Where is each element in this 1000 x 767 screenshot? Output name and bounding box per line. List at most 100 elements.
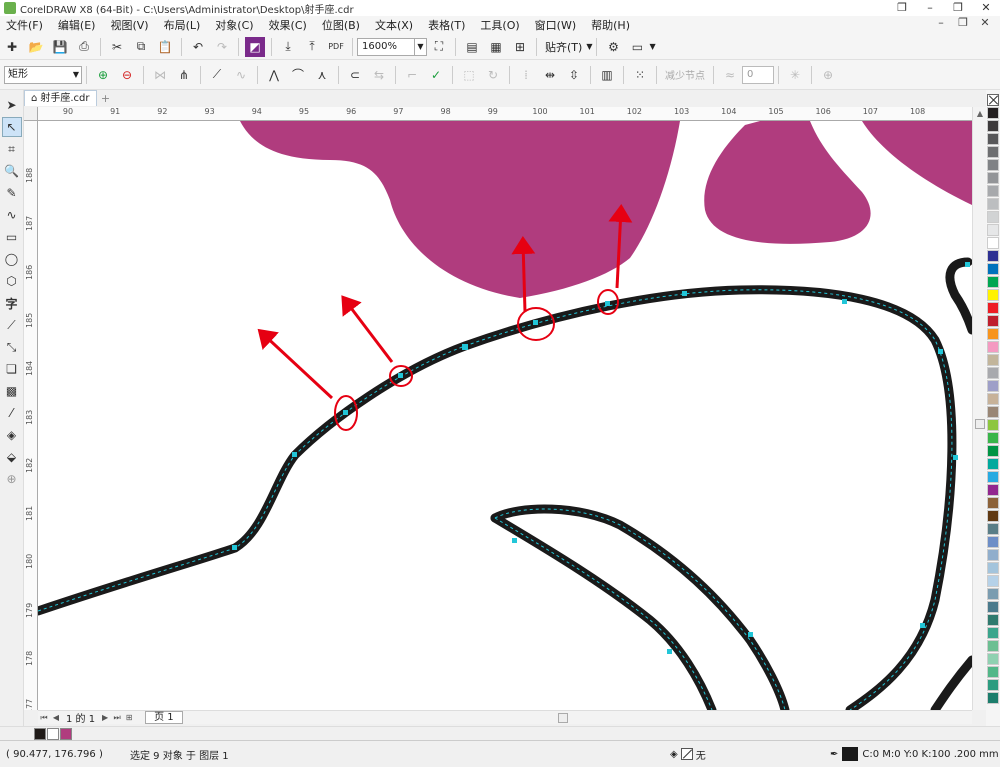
curve-node[interactable] [842, 299, 847, 304]
color-swatch[interactable] [987, 367, 999, 379]
outline-curve-main[interactable] [38, 285, 957, 710]
zoom-level-input[interactable]: 1600% [357, 37, 415, 56]
full-screen-icon[interactable]: ⛶ [429, 37, 449, 57]
polygon-tool-icon[interactable]: ⬡ [2, 271, 22, 291]
outline-indicator[interactable]: ✒ C:0 M:0 Y:0 K:100 .200 mm [830, 747, 999, 761]
color-swatch[interactable] [987, 432, 999, 444]
horizontal-ruler[interactable]: 90 91 92 93 94 95 96 97 98 99 100 101 102 103 104 105 10… [38, 107, 972, 121]
color-swatch[interactable] [987, 250, 999, 262]
curve-node[interactable] [605, 301, 610, 306]
curve-node[interactable] [232, 545, 237, 550]
menu-view[interactable]: 视图(V) [110, 17, 148, 33]
search-content-icon[interactable]: ◩ [245, 36, 265, 57]
artistic-media-tool-icon[interactable]: ∿ [2, 205, 22, 225]
color-swatch[interactable] [987, 627, 999, 639]
shape-type-select[interactable]: 矩形 ▼ [4, 65, 82, 84]
reverse-direction-icon[interactable]: ⊂ [345, 65, 365, 85]
curve-node[interactable] [343, 410, 348, 415]
color-swatch[interactable] [987, 380, 999, 392]
add-tab-icon[interactable]: + [99, 92, 113, 106]
color-swatch[interactable] [987, 133, 999, 145]
fill-indicator[interactable]: ◈ 无 [670, 747, 706, 762]
export-icon[interactable]: ⤒ [302, 37, 322, 57]
last-page-icon[interactable]: ⏭ [111, 713, 123, 723]
color-swatch[interactable] [987, 497, 999, 509]
scroll-up-icon[interactable]: ▲ [973, 107, 987, 121]
restore-icon[interactable]: ❐ [888, 0, 916, 16]
add-node-icon[interactable]: ⊕ [93, 65, 113, 85]
application-launcher-icon[interactable]: ▭ [627, 37, 647, 57]
select-all-nodes-icon[interactable]: ⁙ [630, 65, 650, 85]
color-swatch[interactable] [987, 328, 999, 340]
mirror-vertical-icon[interactable]: ⇳ [564, 65, 584, 85]
color-swatch[interactable] [987, 601, 999, 613]
color-swatch[interactable] [987, 341, 999, 353]
menu-table[interactable]: 表格(T) [428, 17, 465, 33]
color-swatch[interactable] [987, 185, 999, 197]
magenta-shape-right[interactable] [704, 121, 871, 244]
color-swatch[interactable] [987, 679, 999, 691]
color-swatch[interactable] [987, 146, 999, 158]
new-document-icon[interactable]: ✚ [2, 37, 22, 57]
color-swatch[interactable] [987, 263, 999, 275]
vertical-scrollbar[interactable]: ▲ [972, 107, 986, 710]
magenta-shape-corner[interactable] [862, 121, 972, 205]
transparency-tool-icon[interactable]: ▩ [2, 381, 22, 401]
color-swatch[interactable] [987, 289, 999, 301]
drawing-canvas[interactable] [38, 121, 972, 710]
color-swatch[interactable] [987, 510, 999, 522]
no-color-swatch[interactable] [987, 94, 999, 106]
copy-icon[interactable]: ⧉ [131, 37, 151, 57]
menu-text[interactable]: 文本(X) [375, 17, 413, 33]
color-swatch[interactable] [987, 172, 999, 184]
close-curve-icon[interactable]: ✓ [426, 65, 446, 85]
doc-minimize-button[interactable]: – [930, 16, 952, 29]
show-guidelines-icon[interactable]: ⊞ [510, 37, 530, 57]
curve-node[interactable] [938, 349, 943, 354]
freehand-tool-icon[interactable]: ✎ [2, 183, 22, 203]
open-folder-icon[interactable]: 📂 [26, 37, 46, 57]
align-nodes-icon[interactable]: ⁞ [516, 65, 536, 85]
outline-curve-inner-left[interactable] [490, 513, 717, 710]
color-swatch[interactable] [987, 562, 999, 574]
chevron-down-icon[interactable]: ▼ [586, 42, 592, 51]
text-tool-icon[interactable]: 字 [2, 293, 22, 313]
to-line-icon[interactable]: ⟋ [207, 65, 227, 85]
scrollbar-thumb[interactable] [975, 419, 985, 429]
color-swatch[interactable] [987, 692, 999, 704]
color-swatch[interactable] [987, 211, 999, 223]
color-swatch[interactable] [987, 120, 999, 132]
previous-page-icon[interactable]: ◀ [50, 713, 62, 722]
ellipse-tool-icon[interactable]: ◯ [2, 249, 22, 269]
paste-icon[interactable]: 📋 [155, 37, 175, 57]
color-swatch[interactable] [987, 354, 999, 366]
drop-shadow-tool-icon[interactable]: ❏ [2, 359, 22, 379]
doc-color-swatch[interactable] [60, 727, 72, 740]
curve-node[interactable] [682, 291, 687, 296]
color-swatch[interactable] [987, 536, 999, 548]
join-nodes-icon[interactable]: ⋈ [150, 65, 170, 85]
color-swatch[interactable] [987, 237, 999, 249]
elastic-mode-icon[interactable]: ▥ [597, 65, 617, 85]
zoom-tool-icon[interactable]: 🔍 [2, 161, 22, 181]
publish-pdf-icon[interactable]: PDF [326, 37, 346, 57]
doc-close-button[interactable]: ✕ [974, 16, 996, 29]
cusp-node-icon[interactable]: ⋀ [264, 65, 284, 85]
smart-fill-tool-icon[interactable]: ⬙ [2, 447, 22, 467]
mirror-horizontal-icon[interactable]: ⇹ [540, 65, 560, 85]
color-swatch[interactable] [987, 107, 999, 119]
snap-to-dropdown[interactable]: 贴齐(T) [545, 39, 582, 55]
shape-tool-icon[interactable]: ↖ [1, 117, 22, 137]
stretch-nodes-icon[interactable]: ⬚ [459, 65, 479, 85]
cut-icon[interactable]: ✂ [107, 37, 127, 57]
undo-icon[interactable]: ↶ [188, 37, 208, 57]
curve-node[interactable] [533, 320, 538, 325]
menu-file[interactable]: 文件(F) [6, 17, 43, 33]
add-tool-icon[interactable]: ⊕ [2, 469, 22, 489]
doc-color-swatch[interactable] [47, 727, 59, 740]
menu-layout[interactable]: 布局(L) [164, 17, 201, 33]
curve-node[interactable] [920, 623, 925, 628]
color-swatch[interactable] [987, 419, 999, 431]
smooth-node-icon[interactable]: ⌒ [288, 65, 308, 85]
color-swatch[interactable] [987, 575, 999, 587]
